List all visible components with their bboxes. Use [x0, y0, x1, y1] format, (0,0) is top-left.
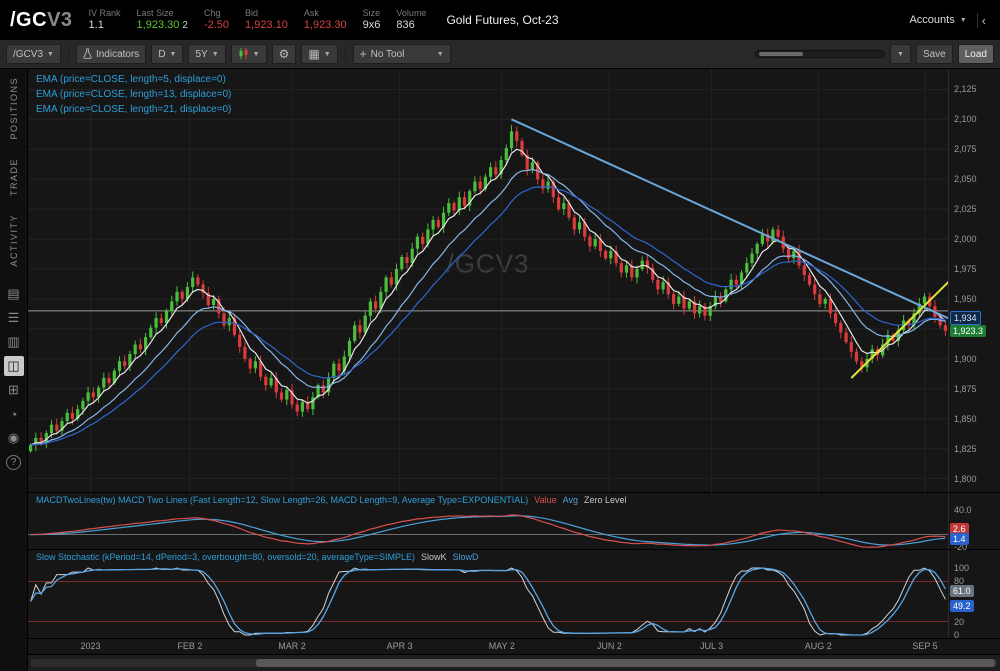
- crosshair-icon: +: [360, 48, 367, 60]
- slider-options-dropdown[interactable]: ▼: [890, 44, 911, 64]
- candlestick-icon: [238, 48, 249, 61]
- macd-axis: 40.0-202.61.4: [948, 493, 1000, 549]
- chart-toolbar: /GCV3▼ Indicators D▼ 5Y▼ ▼ ⚙ ▦ ▼: [0, 40, 1000, 69]
- axis-value-badge: 61.0: [950, 585, 974, 597]
- chart-panel-icon[interactable]: ◫: [4, 356, 24, 376]
- scrollbar-thumb[interactable]: [256, 659, 995, 667]
- menu-list-icon[interactable]: ☰: [4, 308, 24, 328]
- flask-icon: [83, 48, 92, 61]
- field-volume: Volume 836: [396, 8, 426, 33]
- time-axis: 2023 FEB 2 MAR 2 APR 3 MAY 2 JUN 2 JUL 3 AUG 2 S…: [28, 639, 1000, 655]
- grid-layout-dropdown[interactable]: ▦ ▼: [301, 44, 337, 64]
- ema13-study-label[interactable]: EMA (price=CLOSE, length=13, displace=0): [36, 89, 231, 100]
- symbol-title: /GCV3: [10, 9, 73, 32]
- gear-icon: ⚙: [279, 48, 290, 60]
- macd-chart-canvas[interactable]: MACDTwoLines(tw) MACD Two Lines (Fast Le…: [28, 493, 948, 550]
- drawing-tool-dropdown[interactable]: + No Tool▼: [353, 44, 451, 64]
- time-axis-label: MAY 2: [489, 641, 515, 651]
- toolbar-divider: [345, 46, 346, 62]
- chart-type-dropdown[interactable]: ▼: [231, 44, 267, 64]
- macd-chart-svg: [28, 507, 948, 550]
- symbol-selector-button[interactable]: /GCV3▼: [6, 44, 61, 64]
- orders-panel-icon[interactable]: ▥: [4, 332, 24, 352]
- chevron-down-icon: ▼: [324, 51, 331, 58]
- toolbar-divider: [68, 46, 69, 62]
- time-axis-label: FEB 2: [177, 641, 202, 651]
- stochastic-study-label[interactable]: Slow Stochastic (kPeriod=14, dPeriod=3, …: [36, 552, 485, 562]
- community-icon[interactable]: ◉: [4, 428, 24, 448]
- trading-platform: /GCV3 IV Rank 1.1 Last Size 1,923.302 Ch…: [0, 0, 1000, 671]
- field-change: Chg -2.50: [204, 8, 229, 33]
- save-button[interactable]: Save: [916, 44, 953, 64]
- price-chart-canvas[interactable]: /GCV3 EMA (price=CLOSE, length=5, displa…: [28, 69, 948, 493]
- ema21-study-label[interactable]: EMA (price=CLOSE, length=21, displace=0): [36, 104, 231, 115]
- sidebar-tab-activity[interactable]: ACTIVITY: [9, 214, 19, 267]
- axis-value-badge: 1,934: [950, 311, 981, 325]
- chevron-down-icon: ▼: [897, 51, 904, 58]
- symbol-month-code: V3: [47, 9, 72, 31]
- symbol-root: /GC: [10, 9, 47, 31]
- field-ask: Ask 1,923.30: [304, 8, 347, 33]
- instrument-description: Gold Futures, Oct-23: [446, 13, 558, 27]
- aggregation-dropdown[interactable]: D▼: [151, 44, 183, 64]
- stochastic-chart-svg: [28, 564, 948, 639]
- load-button[interactable]: Load: [958, 44, 994, 64]
- time-axis-label: MAR 2: [278, 641, 306, 651]
- stochastic-chart-canvas[interactable]: Slow Stochastic (kPeriod=14, dPeriod=3, …: [28, 550, 948, 639]
- left-sidebar: POSITIONS TRADE ACTIVITY ▤ ☰ ▥ ◫ ⊞ ◔ ◉ ?: [0, 69, 28, 671]
- chevron-down-icon: ▼: [253, 51, 260, 58]
- chevron-down-icon: ▼: [960, 17, 967, 24]
- zoom-slider[interactable]: [755, 50, 885, 58]
- macd-study-label[interactable]: MACDTwoLines(tw) MACD Two Lines (Fast Le…: [36, 495, 633, 505]
- axis-value-badge: 1,923.3: [950, 325, 986, 337]
- chevron-down-icon: ▼: [437, 51, 444, 58]
- grid-panel-icon[interactable]: ⊞: [4, 380, 24, 400]
- range-dropdown[interactable]: 5Y▼: [188, 44, 225, 64]
- chart-settings-button[interactable]: ⚙: [272, 44, 297, 64]
- sidebar-tab-positions[interactable]: POSITIONS: [9, 77, 19, 140]
- time-axis-label: JUL 3: [700, 641, 723, 651]
- time-axis-label: JUN 2: [597, 641, 622, 651]
- time-axis-label: APR 3: [387, 641, 413, 651]
- help-icon[interactable]: ?: [6, 455, 21, 470]
- field-size: Size 9x6: [363, 8, 381, 33]
- chart-area: /GCV3 EMA (price=CLOSE, length=5, displa…: [28, 69, 1000, 671]
- macd-panel: MACDTwoLines(tw) MACD Two Lines (Fast Le…: [28, 493, 1000, 550]
- time-axis-label: SEP 5: [912, 641, 937, 651]
- history-clock-icon[interactable]: ◔: [4, 404, 24, 424]
- ema5-study-label[interactable]: EMA (price=CLOSE, length=5, displace=0): [36, 74, 231, 85]
- time-axis-label: AUG 2: [805, 641, 832, 651]
- watchlist-icon[interactable]: ▤: [4, 284, 24, 304]
- grid-icon: ▦: [308, 48, 319, 60]
- study-labels: EMA (price=CLOSE, length=5, displace=0) …: [36, 74, 231, 119]
- field-last-size: Last Size 1,923.302: [137, 8, 188, 33]
- sidebar-tab-trade[interactable]: TRADE: [9, 158, 19, 196]
- chevron-down-icon: ▼: [212, 51, 219, 58]
- stochastic-axis: 1008020061.049.2: [948, 550, 1000, 638]
- price-axis[interactable]: 2,1252,1002,0752,0502,0252,0001,9751,950…: [948, 69, 1000, 492]
- time-axis-label: 2023: [81, 641, 101, 651]
- accounts-dropdown[interactable]: Accounts▼: [909, 14, 966, 26]
- indicators-button[interactable]: Indicators: [76, 44, 146, 64]
- chart-scrollbar: [28, 655, 1000, 671]
- chevron-down-icon: ▼: [170, 51, 177, 58]
- axis-value-badge: 1.4: [950, 533, 969, 545]
- chevron-down-icon: ▼: [47, 51, 54, 58]
- collapse-panel-icon[interactable]: ‹: [977, 13, 990, 28]
- field-iv-rank: IV Rank 1.1: [89, 8, 121, 33]
- field-bid: Bid 1,923.10: [245, 8, 288, 33]
- quote-header: /GCV3 IV Rank 1.1 Last Size 1,923.302 Ch…: [0, 0, 1000, 40]
- candlestick-chart-svg: [28, 69, 948, 493]
- stochastic-panel: Slow Stochastic (kPeriod=14, dPeriod=3, …: [28, 550, 1000, 639]
- axis-value-badge: 49.2: [950, 600, 974, 612]
- zoom-slider-thumb[interactable]: [759, 52, 803, 56]
- price-panel: /GCV3 EMA (price=CLOSE, length=5, displa…: [28, 69, 1000, 493]
